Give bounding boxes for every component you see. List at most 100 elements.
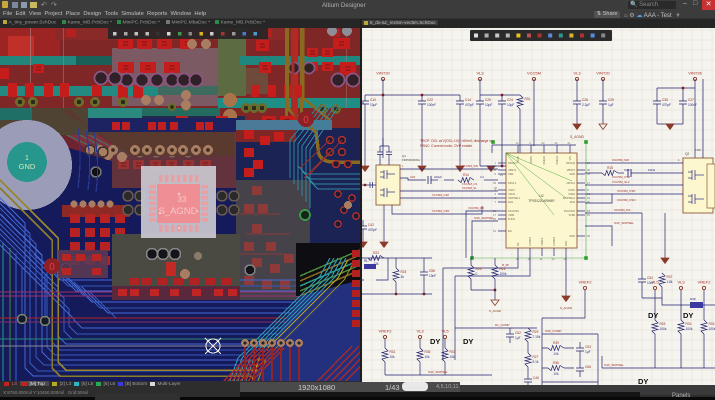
- svg-text:FDP...: FDP...: [695, 148, 703, 152]
- svg-text:GND: GND: [19, 162, 36, 171]
- svg-text:470pF: 470pF: [662, 103, 671, 107]
- svg-text:470pF: 470pF: [368, 228, 377, 232]
- svg-text:10k: 10k: [390, 355, 396, 359]
- svg-text:VCC5M_CS2: VCC5M_CS2: [612, 175, 630, 179]
- svg-text:2.2μF: 2.2μF: [582, 103, 590, 107]
- svg-text:VCC5M_SL: VCC5M_SL: [462, 186, 477, 190]
- svg-text:33: 33: [178, 195, 187, 204]
- svg-text:FDPC5030SG: FDPC5030SG: [402, 158, 420, 162]
- svg-text:R36: R36: [553, 361, 559, 365]
- svg-text:COMP2: COMP2: [552, 236, 556, 246]
- svg-text:VL5: VL5: [441, 329, 449, 334]
- svg-text:VREF2: VREF2: [379, 329, 393, 334]
- svg-text:VL3: VL3: [677, 280, 685, 285]
- svg-text:1.8k: 1.8k: [667, 280, 673, 284]
- svg-text:RF: RF: [516, 242, 520, 246]
- svg-text:C53: C53: [585, 345, 591, 349]
- svg-text:220μF: 220μF: [434, 175, 442, 179]
- svg-text:S/W_SKIPSEL: S/W_SKIPSEL: [614, 221, 634, 225]
- svg-text:C25: C25: [485, 98, 491, 102]
- svg-text:C14: C14: [465, 98, 471, 102]
- svg-text:2.2: 2.2: [480, 175, 484, 179]
- svg-text:C34: C34: [410, 175, 416, 179]
- svg-text:VBST2: VBST2: [567, 168, 576, 172]
- svg-text:VCC5M_PG: VCC5M_PG: [614, 208, 631, 212]
- svg-text:10nF: 10nF: [429, 274, 436, 278]
- svg-text:C28: C28: [582, 98, 588, 102]
- svg-text:R27: R27: [533, 355, 539, 359]
- svg-text:S/W_SKIPSEL: S/W_SKIPSEL: [474, 216, 494, 220]
- svg-text:CSR2: CSR2: [568, 192, 575, 196]
- svg-text:100nF: 100nF: [427, 103, 436, 107]
- svg-text:VFB1: VFB1: [508, 213, 515, 217]
- svg-text:VBST1: VBST1: [508, 168, 517, 172]
- svg-text:1μF: 1μF: [585, 350, 591, 354]
- svg-text:COF2: COF2: [568, 188, 575, 192]
- svg-text:10k: 10k: [450, 355, 456, 359]
- svg-text:VL5: VL5: [651, 280, 659, 285]
- svg-text:DRVL2: DRVL2: [567, 181, 576, 185]
- svg-text:S_AGND: S_AGND: [158, 206, 197, 217]
- svg-text:PGOOD2: PGOOD2: [564, 209, 576, 213]
- svg-text:0: 0: [49, 262, 55, 273]
- svg-text:VINT20: VINT20: [596, 71, 610, 76]
- svg-text:CSP1: CSP1: [508, 188, 515, 192]
- svg-text:R31: R31: [525, 97, 531, 101]
- svg-text:S/W_SKIPSEL: S/W_SKIPSEL: [428, 370, 448, 374]
- svg-text:RL7: RL7: [364, 259, 370, 263]
- svg-text:TPS51220ARHBR: TPS51220ARHBR: [528, 199, 555, 203]
- svg-text:10μF: 10μF: [370, 103, 377, 107]
- svg-text:VCC5M_CSP: VCC5M_CSP: [432, 193, 449, 197]
- svg-text:DRVH2: DRVH2: [566, 161, 575, 165]
- svg-text:SW1: SW1: [508, 172, 514, 176]
- svg-text:R31: R31: [390, 350, 396, 354]
- svg-text:DY: DY: [430, 337, 440, 346]
- svg-text:C42: C42: [368, 223, 374, 227]
- svg-text:VCC5M: VCC5M: [527, 71, 541, 76]
- svg-text:VL3: VL3: [573, 71, 581, 76]
- svg-text:S_AGND: S_AGND: [489, 309, 502, 313]
- svg-text:VINT20: VINT20: [376, 71, 390, 76]
- svg-text:R37: R37: [667, 275, 673, 279]
- svg-text:VREF2: VREF2: [698, 280, 712, 285]
- svg-text:DY: DY: [463, 337, 473, 346]
- svg-text:R33: R33: [709, 322, 715, 326]
- svg-text:VCC5M_SW: VCC5M_SW: [612, 158, 629, 162]
- svg-text:DY: DY: [638, 377, 648, 385]
- svg-text:10k: 10k: [553, 372, 559, 376]
- svg-text:R33: R33: [686, 322, 692, 326]
- svg-text:VCC5M_FB: VCC5M_FB: [468, 206, 484, 210]
- svg-text:VINT26: VINT26: [688, 71, 702, 76]
- svg-text:7.15k: 7.15k: [533, 335, 541, 339]
- svg-text:S/W_COMP: S/W_COMP: [545, 329, 561, 333]
- svg-text:0: 0: [476, 272, 478, 276]
- svg-text:C46: C46: [533, 376, 539, 380]
- svg-text:R14: R14: [463, 173, 469, 177]
- svg-text:100k: 100k: [500, 272, 507, 276]
- svg-text:DY: DY: [648, 311, 658, 320]
- svg-text:VCC5M_SL2: VCC5M_SL2: [612, 180, 630, 184]
- svg-text:VREG3: VREG3: [555, 155, 559, 164]
- svg-text:R24: R24: [401, 270, 407, 274]
- svg-text:Q2: Q2: [685, 152, 689, 156]
- svg-text:C10: C10: [370, 98, 376, 102]
- svg-text:10k: 10k: [553, 352, 559, 356]
- svg-text:VCC5M_CSN: VCC5M_CSN: [432, 209, 449, 213]
- svg-text:VL3: VL3: [476, 71, 484, 76]
- svg-text:1: 1: [25, 155, 29, 162]
- svg-text:C35: C35: [662, 98, 668, 102]
- svg-text:C52: C52: [515, 331, 521, 335]
- svg-text:100k: 100k: [660, 327, 667, 331]
- svg-text:VFB2: VFB2: [569, 213, 576, 217]
- svg-text:EN2: EN2: [570, 200, 576, 204]
- svg-text:S/W_SKIPSEL: S/W_SKIPSEL: [604, 363, 624, 367]
- svg-text:C56: C56: [429, 269, 435, 273]
- svg-text:S_AGND: S_AGND: [560, 306, 573, 310]
- svg-text:R23: R23: [373, 251, 379, 255]
- svg-text:470pF: 470pF: [465, 103, 474, 107]
- svg-text:100k: 100k: [709, 327, 715, 331]
- svg-text:R33: R33: [660, 322, 666, 326]
- svg-text:C66: C66: [585, 365, 591, 369]
- svg-text:EN: EN: [508, 229, 512, 233]
- svg-text:100k: 100k: [686, 327, 693, 331]
